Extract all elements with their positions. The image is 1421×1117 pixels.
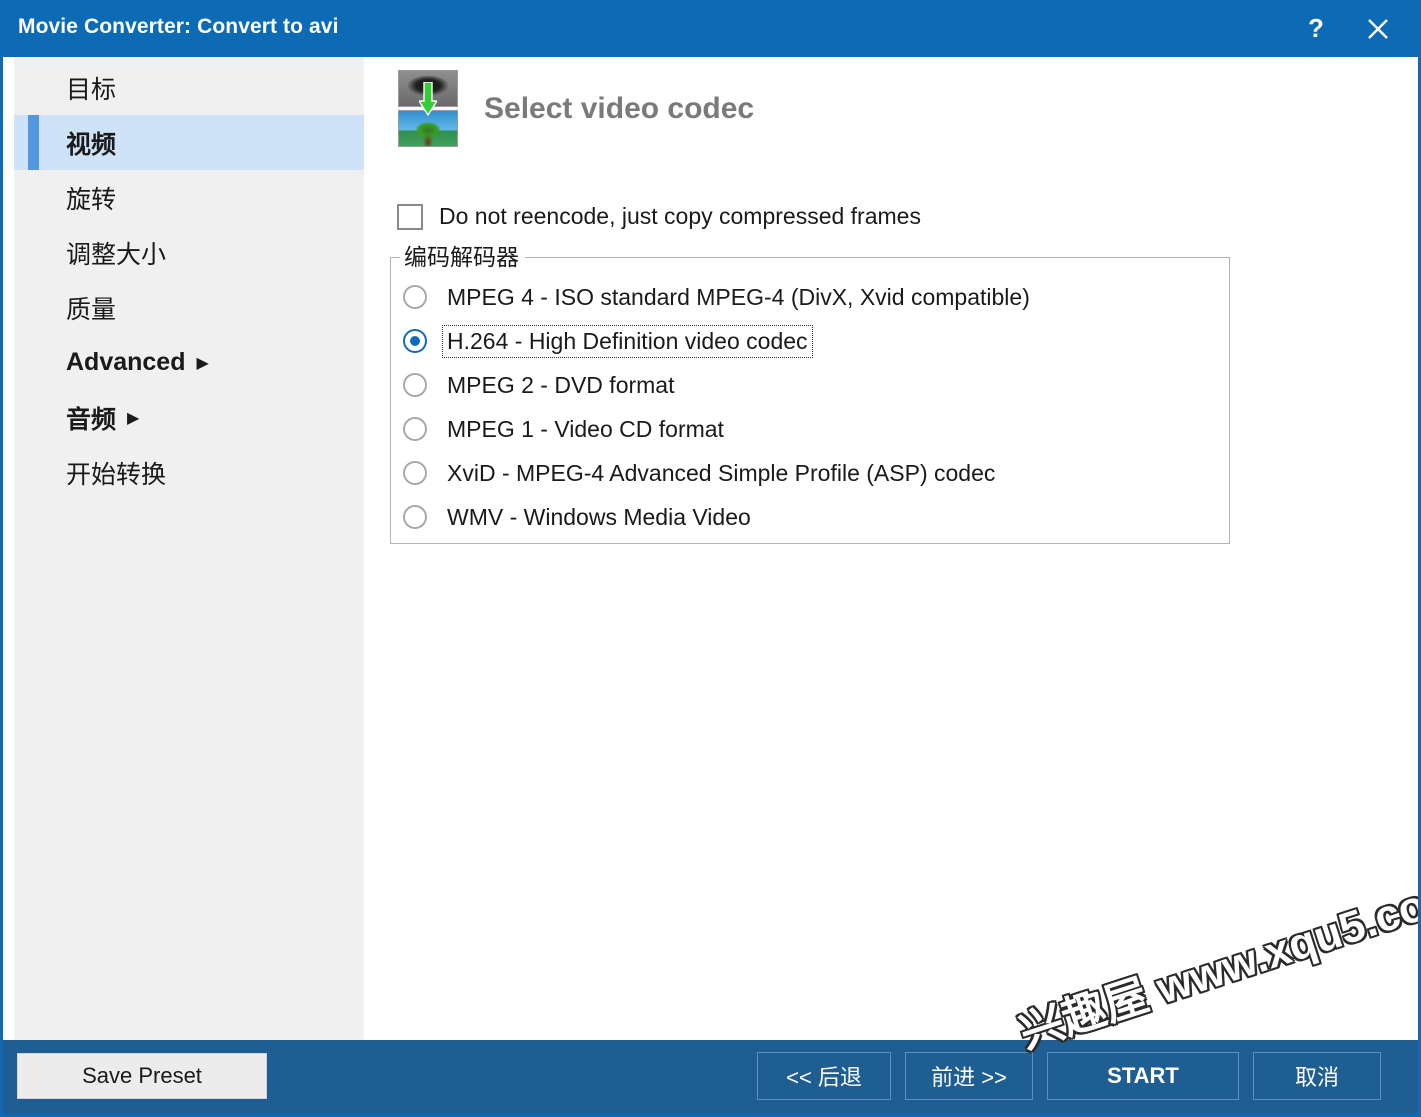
save-preset-button[interactable]: Save Preset: [17, 1053, 267, 1099]
sidebar-item-rotate[interactable]: 旋转: [14, 170, 364, 225]
codec-option-mpeg4[interactable]: MPEG 4 - ISO standard MPEG-4 (DivX, Xvid…: [403, 280, 1034, 314]
radio-icon[interactable]: [403, 505, 427, 529]
cancel-button[interactable]: 取消: [1253, 1052, 1381, 1100]
codec-option-wmv[interactable]: WMV - Windows Media Video: [403, 500, 755, 534]
title-bar: Movie Converter: Convert to avi ?: [3, 0, 1418, 57]
footer-bar: Save Preset << 后退 前进 >> START 取消: [3, 1040, 1418, 1114]
sidebar-item-label: 质量: [66, 295, 117, 324]
sidebar-item-target[interactable]: 目标: [14, 60, 364, 115]
codec-option-label: WMV - Windows Media Video: [447, 503, 751, 530]
codec-option-mpeg1[interactable]: MPEG 1 - Video CD format: [403, 412, 728, 446]
next-button[interactable]: 前进 >>: [905, 1052, 1033, 1100]
sidebar-item-label: 调整大小: [66, 240, 167, 269]
sidebar-item-label: Advanced: [66, 348, 186, 376]
do-not-reencode-checkbox[interactable]: Do not reencode, just copy compressed fr…: [397, 203, 921, 230]
chevron-right-icon: ▶: [196, 354, 209, 372]
main-panel: Select video codec Do not reencode, just…: [364, 57, 1418, 1040]
down-arrow-icon: [419, 82, 437, 116]
page-title: Select video codec: [484, 92, 755, 125]
sidebar-item-advanced[interactable]: Advanced ▶: [14, 335, 364, 390]
window-title: Movie Converter: Convert to avi: [18, 15, 339, 38]
checkbox-box-icon[interactable]: [397, 203, 423, 230]
sidebar-item-label: 音频: [66, 405, 117, 434]
help-icon[interactable]: ?: [1287, 0, 1345, 57]
codec-group-legend: 编码解码器: [400, 238, 525, 272]
codec-option-h264[interactable]: H.264 - High Definition video codec: [403, 324, 813, 358]
content-area: 目标 视频 旋转 调整大小 质量 Advanced ▶ 音频 ▶ 开始转换 Se…: [3, 57, 1418, 1040]
codec-option-label: XviD - MPEG-4 Advanced Simple Profile (A…: [447, 459, 996, 486]
radio-icon[interactable]: [403, 373, 427, 397]
codec-option-label: MPEG 1 - Video CD format: [447, 415, 724, 442]
sidebar-item-label: 开始转换: [66, 460, 167, 489]
chevron-right-icon: ▶: [127, 409, 140, 427]
sidebar-item-video[interactable]: 视频: [14, 115, 364, 170]
codec-option-label: MPEG 2 - DVD format: [447, 371, 675, 398]
convert-video-icon: [396, 69, 460, 149]
start-button[interactable]: START: [1047, 1052, 1239, 1100]
sidebar-item-label: 目标: [66, 75, 117, 104]
codec-option-label: MPEG 4 - ISO standard MPEG-4 (DivX, Xvid…: [447, 283, 1030, 310]
sidebar-item-resize[interactable]: 调整大小: [14, 225, 364, 280]
radio-icon[interactable]: [403, 417, 427, 441]
sidebar-item-quality[interactable]: 质量: [14, 280, 364, 335]
sidebar-item-label: 视频: [66, 130, 117, 159]
page-header: Select video codec: [396, 69, 754, 149]
radio-icon-selected[interactable]: [403, 329, 427, 353]
do-not-reencode-label: Do not reencode, just copy compressed fr…: [439, 203, 921, 229]
back-button[interactable]: << 后退: [757, 1052, 891, 1100]
codec-option-xvid[interactable]: XviD - MPEG-4 Advanced Simple Profile (A…: [403, 456, 999, 490]
sidebar-item-audio[interactable]: 音频 ▶: [14, 390, 364, 445]
radio-icon[interactable]: [403, 285, 427, 309]
app-window: Movie Converter: Convert to avi ? 目标 视频 …: [0, 0, 1421, 1117]
close-icon[interactable]: [1349, 0, 1407, 57]
codec-option-mpeg2[interactable]: MPEG 2 - DVD format: [403, 368, 678, 402]
sidebar-item-start-convert[interactable]: 开始转换: [14, 445, 364, 500]
radio-icon[interactable]: [403, 461, 427, 485]
codec-group-box: 编码解码器 MPEG 4 - ISO standard MPEG-4 (DivX…: [390, 238, 1230, 544]
sidebar: 目标 视频 旋转 调整大小 质量 Advanced ▶ 音频 ▶ 开始转换: [14, 57, 364, 1040]
sidebar-item-label: 旋转: [66, 185, 117, 214]
codec-option-label: H.264 - High Definition video codec: [442, 324, 813, 358]
